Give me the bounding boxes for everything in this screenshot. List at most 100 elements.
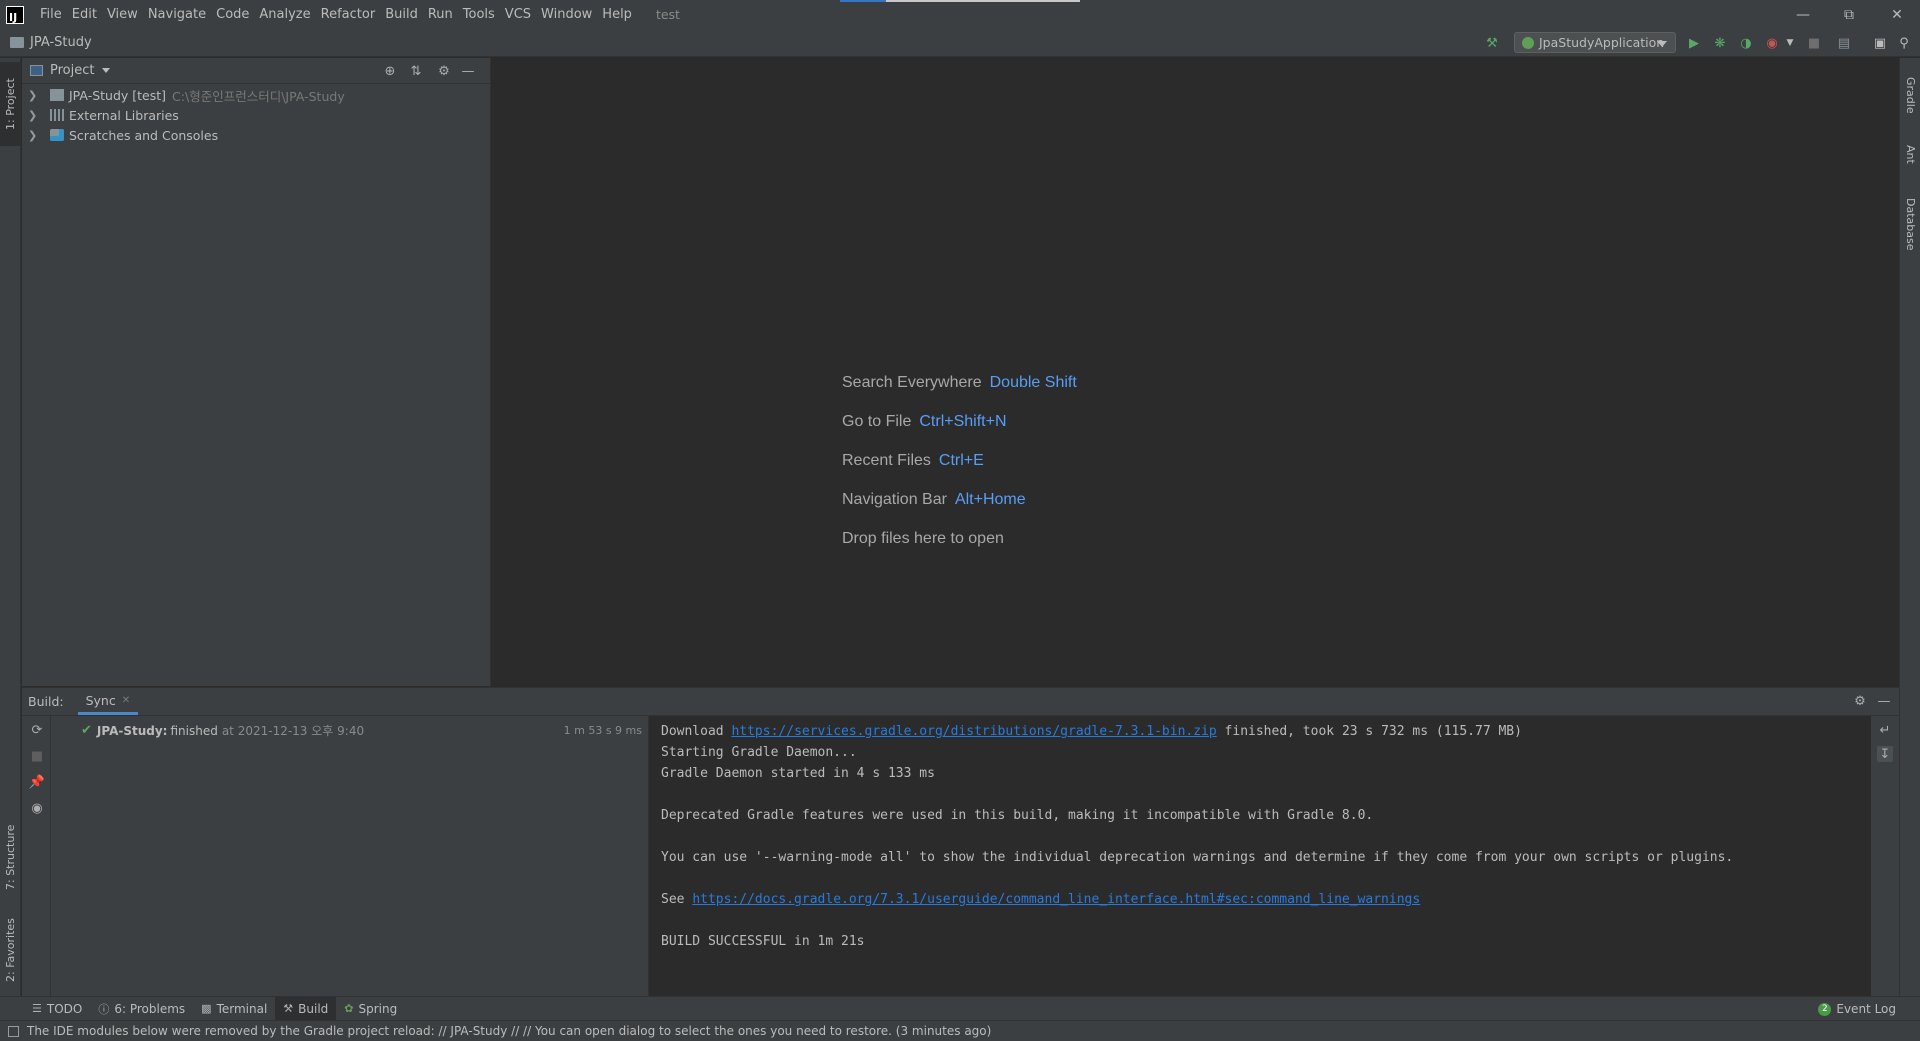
tree-item-external-libraries[interactable]: ❯ External Libraries [22, 105, 179, 125]
module-folder-icon [50, 89, 64, 101]
chevron-down-icon[interactable]: ▼ [1782, 35, 1798, 51]
tool-tab-database[interactable]: Database [1900, 182, 1920, 266]
soft-wrap-icon[interactable]: ↵ [1877, 722, 1893, 738]
menu-navigate[interactable]: Navigate [148, 7, 206, 22]
stop-icon[interactable]: ■ [1806, 35, 1822, 51]
collapse-all-icon[interactable]: ⇅ [408, 63, 424, 79]
tool-tab-project-label: 1: Project [4, 78, 17, 130]
toggle-tool-windows-icon[interactable] [8, 1025, 19, 1037]
tool-tab-database-label: Database [1904, 197, 1917, 251]
chevron-right-icon[interactable]: ❯ [28, 129, 44, 142]
welcome-shortcut: Ctrl+Shift+N [919, 413, 1007, 430]
menu-file[interactable]: File [40, 7, 62, 22]
breadcrumb-project[interactable]: JPA-Study [30, 35, 92, 50]
welcome-label: Drop files here to open [842, 530, 1004, 547]
project-structure-icon[interactable]: ▤ [1836, 35, 1852, 51]
tool-tab-build[interactable]: ⚒ Build [275, 996, 337, 1021]
terminal-icon: ▩ [201, 1002, 212, 1015]
gear-icon[interactable]: ⚙ [436, 63, 452, 79]
run-configuration-select[interactable]: JpaStudyApplication [1514, 32, 1676, 53]
console-link[interactable]: https://services.gradle.org/distribution… [731, 724, 1216, 739]
close-icon[interactable]: ✕ [1874, 0, 1920, 29]
spring-boot-icon [1522, 37, 1534, 49]
hide-icon[interactable]: — [460, 63, 476, 79]
project-view-selector[interactable]: Project [50, 63, 94, 78]
run-icon[interactable]: ▶ [1686, 35, 1702, 51]
run-configuration-label: JpaStudyApplication [1539, 35, 1665, 50]
left-tool-stripe: 1: Project 7: Structure 2: Favorites [0, 58, 21, 996]
console-link[interactable]: https://docs.gradle.org/7.3.1/userguide/… [692, 892, 1420, 907]
tab-sync[interactable]: Sync ✕ [77, 689, 139, 715]
build-duration: 1 m 53 s 9 ms [563, 724, 642, 737]
tool-tab-terminal[interactable]: ▩ Terminal [193, 997, 275, 1021]
debug-icon[interactable]: ❋ [1712, 35, 1728, 51]
tool-tab-spring[interactable]: ✿ Spring [336, 997, 405, 1021]
chevron-down-icon[interactable] [102, 68, 111, 73]
locate-icon[interactable]: ⊕ [382, 63, 398, 79]
navigation-bar: JPA-Study ⚒ JpaStudyApplication ▶ ❋ ◑ ◉ … [0, 29, 1920, 57]
menu-window[interactable]: Window [541, 7, 592, 22]
minimize-icon[interactable]: — [1780, 0, 1826, 29]
project-view-icon [30, 65, 43, 76]
tool-tab-gradle[interactable]: Gradle [1900, 64, 1920, 126]
search-icon[interactable]: ⚲ [1896, 35, 1912, 51]
console-line: BUILD SUCCESSFUL in 1m 21s [661, 934, 865, 949]
pin-icon[interactable]: 📌 [29, 774, 45, 790]
welcome-drop-files: Drop files here to open [842, 530, 1004, 548]
tool-tab-terminal-label: Terminal [216, 1001, 268, 1016]
menu-code[interactable]: Code [216, 7, 249, 22]
menu-edit[interactable]: Edit [72, 7, 97, 22]
refresh-icon[interactable]: ⟳ [29, 722, 45, 738]
build-hammer-icon[interactable]: ⚒ [1484, 35, 1500, 51]
tab-sync-label: Sync [85, 692, 116, 708]
tool-tab-todo[interactable]: ☰ TODO [24, 997, 90, 1021]
build-timestamp: at 2021-12-13 오후 9:40 [221, 724, 365, 738]
hammer-icon: ⚒ [283, 1002, 294, 1015]
chevron-down-icon [1657, 41, 1667, 47]
menu-refactor[interactable]: Refactor [321, 7, 376, 22]
tool-tab-project[interactable]: 1: Project [0, 62, 21, 146]
eye-icon[interactable]: ◉ [29, 800, 45, 816]
console-side-toolbar: ↵ ↧ [1871, 716, 1899, 997]
menu-vcs[interactable]: VCS [505, 7, 531, 22]
status-message[interactable]: The IDE modules below were removed by th… [27, 1024, 991, 1038]
spring-leaf-icon: ✿ [344, 1002, 354, 1015]
hide-icon[interactable]: — [1876, 693, 1892, 709]
menu-run[interactable]: Run [428, 7, 453, 22]
console-text: See [661, 892, 693, 907]
menu-analyze[interactable]: Analyze [259, 7, 310, 22]
coverage-icon[interactable]: ◑ [1738, 35, 1754, 51]
menu-view[interactable]: View [107, 7, 138, 22]
profile-icon[interactable]: ◉ [1764, 35, 1780, 51]
tool-tab-event-log[interactable]: 2 Event Log [1818, 997, 1896, 1021]
build-console-output[interactable]: Download https://services.gradle.org/dis… [649, 716, 1871, 997]
stop-icon[interactable]: ■ [29, 748, 45, 764]
layout-icon[interactable]: ▣ [1872, 35, 1888, 51]
tool-tab-favorites[interactable]: 2: Favorites [0, 906, 21, 994]
chevron-right-icon[interactable]: ❯ [28, 109, 44, 122]
tool-tab-ant[interactable]: Ant [1900, 134, 1920, 174]
menu-tools[interactable]: Tools [463, 7, 495, 22]
close-icon[interactable]: ✕ [122, 695, 130, 706]
welcome-shortcut: Alt+Home [954, 491, 1026, 508]
intellij-logo-icon: IJ [6, 5, 24, 24]
welcome-label: Navigation Bar [842, 491, 947, 508]
build-tool-header: Build: Sync ✕ ⚙ — [22, 688, 1899, 716]
restore-icon[interactable]: ⧉ [1826, 0, 1872, 29]
menu-build[interactable]: Build [385, 7, 418, 22]
gear-icon[interactable]: ⚙ [1852, 693, 1868, 709]
scroll-to-end-icon[interactable]: ↧ [1877, 746, 1893, 762]
menu-help[interactable]: Help [602, 7, 632, 22]
tool-tab-spring-label: Spring [358, 1001, 398, 1016]
tool-tab-structure[interactable]: 7: Structure [0, 812, 21, 902]
tool-tab-problems[interactable]: ⓘ 6: Problems [90, 997, 193, 1021]
build-project-name: JPA-Study: [96, 723, 168, 738]
tree-item-scratches[interactable]: ❯ Scratches and Consoles [22, 125, 218, 145]
chevron-right-icon[interactable]: ❯ [28, 89, 44, 102]
tree-item-project-root[interactable]: ❯ JPA-Study [test] C:\형준인프런스터디\JPA-Study [22, 85, 345, 105]
build-tree-row[interactable]: ✔ JPA-Study: finished at 2021-12-13 오후 9… [81, 722, 364, 739]
scratches-icon [50, 129, 64, 141]
